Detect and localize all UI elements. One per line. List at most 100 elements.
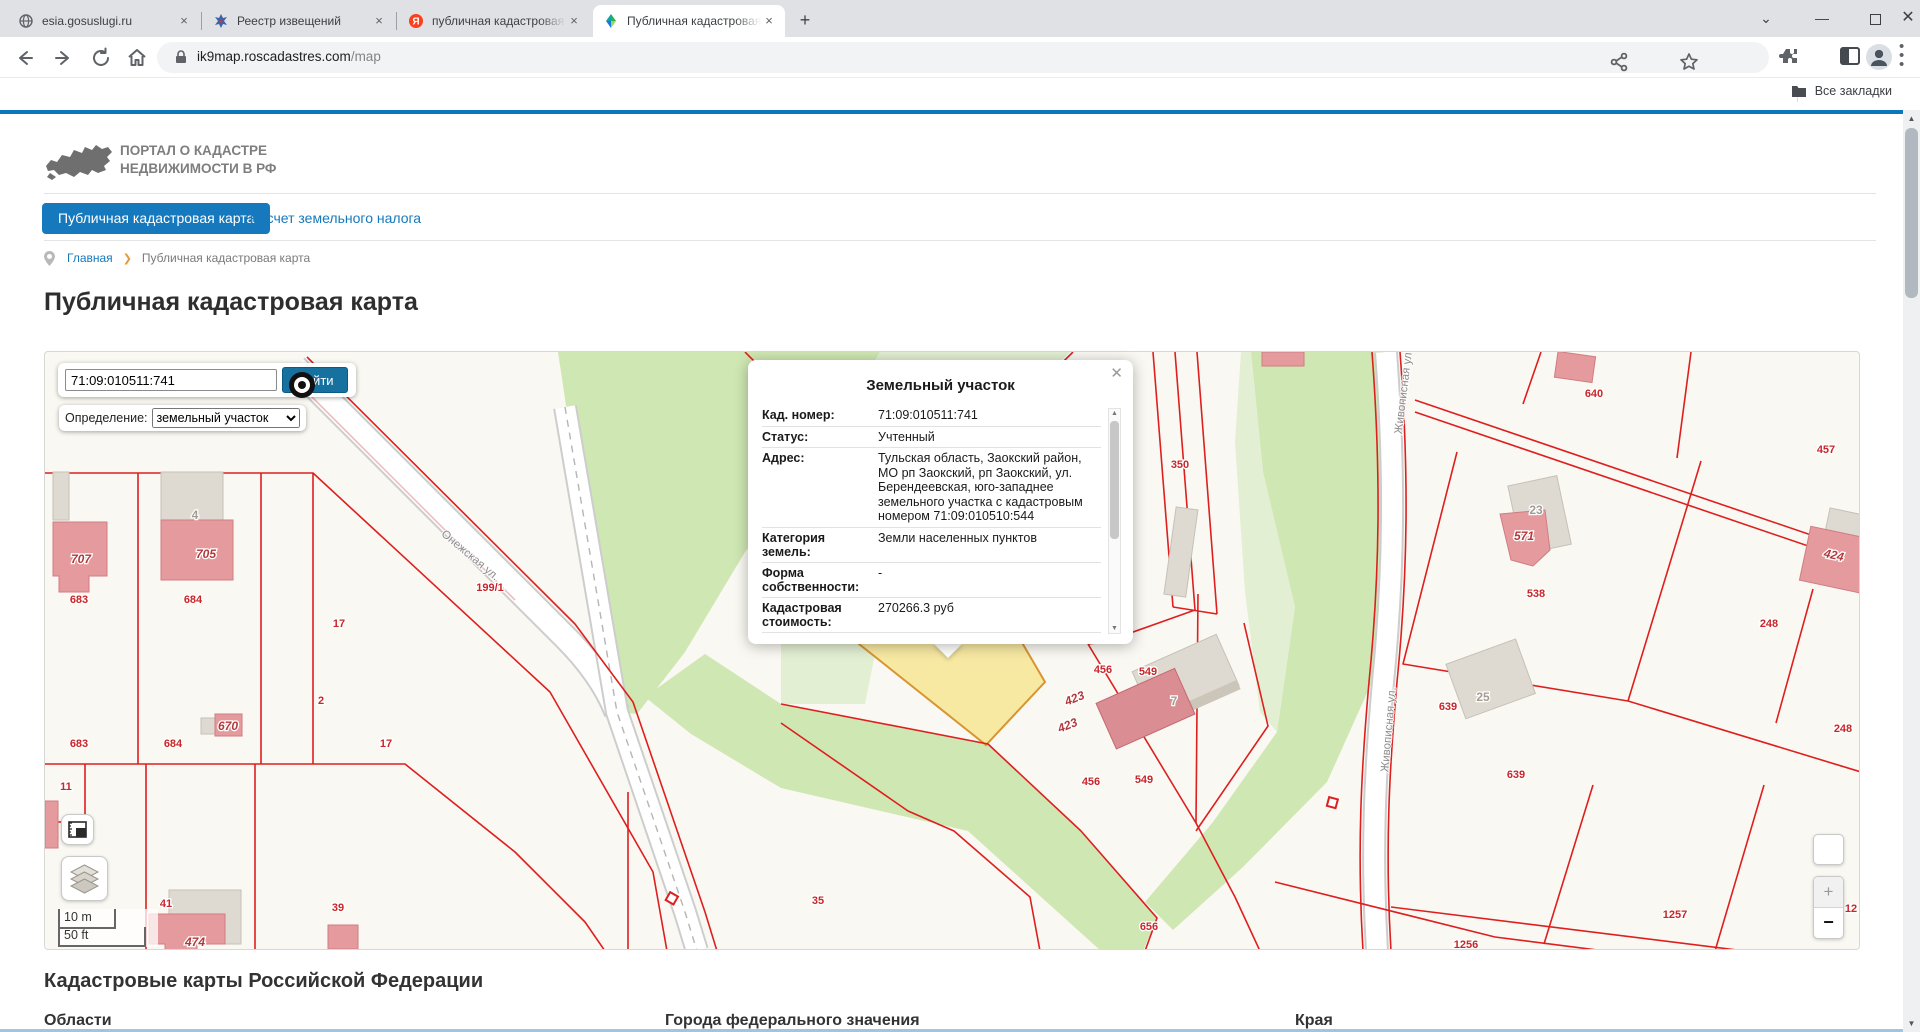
- reload-icon[interactable]: [88, 45, 114, 71]
- popup-pointer: [933, 643, 963, 658]
- parcel-label: 1256: [1454, 939, 1478, 950]
- zoom-in-button[interactable]: +: [1814, 877, 1843, 908]
- tab-public-cadastral-map[interactable]: Публичная кадастровая карта: [42, 203, 270, 234]
- parcel-label: 683: [70, 594, 88, 606]
- popup-scroll-thumb[interactable]: [1110, 421, 1119, 539]
- close-icon[interactable]: ×: [761, 13, 777, 29]
- parcel-label: 707: [71, 552, 92, 566]
- back-icon[interactable]: [12, 45, 38, 71]
- close-icon[interactable]: ×: [566, 13, 582, 29]
- tab-title: публичная кадастровая ка: [432, 14, 566, 28]
- parcel-label: 456: [1094, 664, 1112, 676]
- popup-title: Земельный участок: [748, 377, 1133, 394]
- ruler-icon: [62, 815, 93, 844]
- scroll-up-icon[interactable]: ▲: [1903, 110, 1920, 127]
- parcel-label: 670: [218, 719, 238, 733]
- parcel-label: 12: [1845, 903, 1857, 915]
- popup-row: Категория земель:Земли населенных пункто…: [762, 528, 1101, 563]
- yandex-icon: Я: [408, 13, 424, 29]
- mouse-cursor: [289, 372, 315, 398]
- browser-tab-strip: esia.gosuslugi.ru × Реестр извещений × Я…: [0, 0, 1920, 37]
- map-extent-button[interactable]: [1813, 834, 1844, 865]
- parcel-label: 549: [1139, 666, 1157, 678]
- object-type-select[interactable]: земельный участок: [152, 408, 300, 428]
- close-icon[interactable]: ×: [176, 13, 192, 29]
- parcel-label: 549: [1135, 774, 1153, 786]
- russia-map-logo: [44, 140, 114, 182]
- tab-separator: [396, 12, 397, 30]
- popup-row: Кадастровая стоимость:270266.3 руб: [762, 598, 1101, 633]
- parcel-label: 456: [1082, 776, 1100, 788]
- search-input[interactable]: [65, 369, 277, 391]
- parcel-label: 7: [1171, 694, 1178, 708]
- window-close-button[interactable]: ✕: [1895, 6, 1920, 30]
- parcel-label: 705: [196, 547, 216, 561]
- map-pin-icon: [603, 13, 619, 29]
- bookmarks-bar: Все закладки: [0, 78, 1920, 110]
- parcel-label: 1257: [1663, 909, 1687, 921]
- scale-metric: 10 m: [58, 909, 116, 929]
- layers-button[interactable]: [61, 856, 108, 901]
- scrollbar-thumb[interactable]: [1905, 128, 1918, 298]
- popup-scrollbar[interactable]: ▲ ▼: [1108, 408, 1121, 634]
- browser-tab-2[interactable]: Реестр извещений ×: [203, 5, 395, 37]
- zoom-out-button[interactable]: −: [1814, 908, 1843, 939]
- measure-tool-button[interactable]: [61, 814, 94, 845]
- parcel-label: 640: [1585, 388, 1603, 400]
- parcel-label: 423: [1062, 688, 1087, 709]
- side-panel-icon[interactable]: [1840, 47, 1860, 65]
- popup-row: Форма собственности:-: [762, 563, 1101, 598]
- parcel-info-popup: ✕ Земельный участок Кад. номер:71:09:010…: [748, 360, 1133, 644]
- share-icon[interactable]: [1607, 50, 1631, 74]
- tab-title: Реестр извещений: [237, 14, 371, 28]
- parcel-label: 2: [318, 695, 324, 707]
- map-scale-control: 10 m 50 ft: [58, 909, 158, 947]
- parcel-label: 639: [1507, 769, 1525, 781]
- url-text: ik9map.roscadastres.com/map: [197, 49, 381, 64]
- breadcrumb-arrow-icon: ❯: [123, 252, 132, 265]
- close-icon[interactable]: ×: [371, 13, 387, 29]
- parcel-label: 248: [1834, 723, 1852, 735]
- emblem-icon: [213, 13, 229, 29]
- scroll-up-icon[interactable]: ▲: [1109, 410, 1120, 417]
- parcel-label: 639: [1439, 701, 1457, 713]
- new-tab-button[interactable]: +: [792, 8, 818, 34]
- zoom-control: + −: [1813, 876, 1844, 939]
- page-scrollbar[interactable]: ▲ ▼: [1903, 110, 1920, 1032]
- parcel-label: 17: [380, 738, 392, 750]
- footer-col-federal-cities[interactable]: Города федерального значения: [665, 1012, 920, 1030]
- forward-icon[interactable]: [50, 45, 76, 71]
- footer-col-regions[interactable]: Области: [44, 1012, 112, 1030]
- all-bookmarks-label: Все закладки: [1815, 84, 1892, 98]
- page-title: Публичная кадастровая карта: [44, 288, 418, 317]
- layers-icon: [62, 857, 107, 900]
- extensions-puzzle-icon[interactable]: [1777, 45, 1801, 69]
- window-minimize-button[interactable]: —: [1809, 6, 1835, 30]
- parcel-label: 538: [1527, 588, 1545, 600]
- browser-tab-1[interactable]: esia.gosuslugi.ru ×: [8, 5, 200, 37]
- browser-tab-4-active[interactable]: Публичная кадастровая ка ×: [593, 5, 785, 37]
- home-icon[interactable]: [124, 45, 150, 71]
- all-bookmarks-button[interactable]: Все закладки: [1791, 84, 1892, 98]
- parcel-label: 684: [164, 738, 183, 750]
- footer-title: Кадастровые карты Российской Федерации: [44, 970, 483, 993]
- browser-menu-icon[interactable]: •••: [1899, 42, 1911, 66]
- parcel-label: 656: [1140, 921, 1158, 933]
- popup-row: Уточненная: [762, 633, 1101, 639]
- bookmark-star-icon[interactable]: [1677, 50, 1701, 74]
- popup-close-icon[interactable]: ✕: [1110, 364, 1123, 382]
- browser-tab-3[interactable]: Я публичная кадастровая ка ×: [398, 5, 590, 37]
- tab-land-tax-link[interactable]: Расчет земельного налога: [250, 210, 421, 226]
- profile-avatar[interactable]: [1866, 44, 1892, 70]
- tab-search-chevron-icon[interactable]: ⌄: [1753, 6, 1779, 30]
- scroll-down-icon[interactable]: ▼: [1109, 625, 1120, 632]
- popup-row: Адрес:Тульская область, Заокский район, …: [762, 448, 1101, 528]
- footer-col-krais[interactable]: Края: [1295, 1012, 1333, 1030]
- address-bar[interactable]: ik9map.roscadastres.com/map: [157, 42, 1769, 73]
- parcel-label: 474: [184, 935, 205, 949]
- window-maximize-button[interactable]: [1862, 6, 1888, 30]
- scroll-down-icon[interactable]: ▼: [1903, 1015, 1920, 1032]
- breadcrumb-home-link[interactable]: Главная: [67, 251, 113, 265]
- lock-icon: [173, 49, 189, 65]
- location-pin-icon: [44, 251, 55, 266]
